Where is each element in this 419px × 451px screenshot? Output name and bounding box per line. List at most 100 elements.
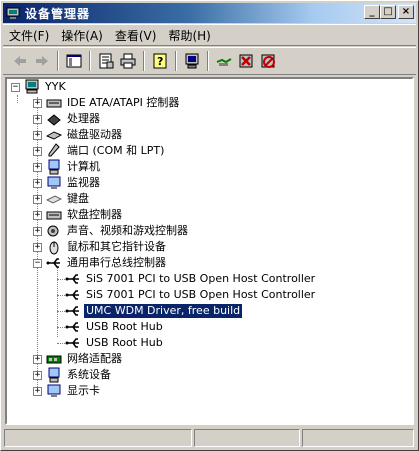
expand-toggle[interactable]: + [33, 114, 42, 124]
usb-device-icon [65, 303, 81, 319]
expand-toggle[interactable]: + [33, 386, 42, 396]
title-bar[interactable]: 设备管理器 _ □ × [3, 3, 416, 23]
status-pane [194, 429, 300, 447]
expand-toggle[interactable]: + [33, 210, 42, 220]
tree-node-usb-child[interactable]: SiS 7001 PCI to USB Open Host Controller [65, 287, 317, 303]
tree-node-usb[interactable]: − 通用串行总线控制器 [33, 255, 168, 271]
collapse-toggle[interactable]: − [33, 258, 42, 268]
tree-node-processor[interactable]: + 处理器 [33, 111, 102, 127]
maximize-button[interactable]: □ [380, 5, 396, 19]
tree-node-mouse[interactable]: + 鼠标和其它指针设备 [33, 239, 168, 255]
expand-toggle[interactable]: + [33, 130, 42, 140]
menu-action[interactable]: 操作(A) [55, 27, 109, 44]
tree-connector [57, 343, 65, 344]
scan-hardware-button[interactable] [181, 50, 203, 72]
device-tree[interactable]: − YYK + IDE ATA/ATAPI 控制器 + 处理器 + 磁盘驱动器 … [5, 77, 414, 425]
floppy-controller-icon [46, 207, 62, 223]
keyboard-icon [46, 191, 62, 207]
toolbar-separator [207, 51, 209, 71]
toolbar-separator [143, 51, 145, 71]
tree-label: 声音、视频和游戏控制器 [67, 224, 188, 237]
tree-label: 磁盘驱动器 [67, 128, 122, 141]
uninstall-button[interactable] [235, 50, 257, 72]
tree-node-root[interactable]: − YYK [11, 79, 68, 95]
tree-label: 处理器 [67, 112, 100, 125]
disable-button[interactable] [257, 50, 279, 72]
usb-device-icon [65, 335, 81, 351]
expand-toggle[interactable]: + [33, 146, 42, 156]
disable-icon [261, 54, 275, 68]
device-manager-window: 设备管理器 _ □ × 文件(F) 操作(A) 查看(V) 帮助(H) ? − … [0, 0, 419, 451]
collapse-toggle[interactable]: − [11, 82, 20, 92]
tree-node-usb-child-selected[interactable]: UMC WDM Driver, free build [65, 303, 244, 319]
tree-node-system[interactable]: + 系统设备 [33, 367, 113, 383]
expand-toggle[interactable]: + [33, 162, 42, 172]
tree-connector [57, 279, 65, 280]
tree-node-ide[interactable]: + IDE ATA/ATAPI 控制器 [33, 95, 181, 111]
uninstall-icon [239, 54, 253, 68]
help-icon: ? [153, 53, 167, 69]
tree-connector [57, 295, 65, 296]
expand-toggle[interactable]: + [33, 194, 42, 204]
toolbar-separator [89, 51, 91, 71]
menu-file[interactable]: 文件(F) [3, 27, 55, 44]
sound-icon [46, 223, 62, 239]
tree-node-sound[interactable]: + 声音、视频和游戏控制器 [33, 223, 190, 239]
close-button[interactable]: × [398, 5, 414, 19]
tree-label: 网络适配器 [67, 352, 122, 365]
expand-toggle[interactable]: + [33, 354, 42, 364]
printer-icon [120, 53, 136, 69]
tree-node-network[interactable]: + 网络适配器 [33, 351, 124, 367]
minimize-button[interactable]: _ [364, 5, 380, 19]
tree-node-usb-child[interactable]: USB Root Hub [65, 319, 165, 335]
expand-toggle[interactable]: + [33, 242, 42, 252]
tree-node-floppy[interactable]: + 软盘控制器 [33, 207, 124, 223]
tree-label: 计算机 [67, 160, 100, 173]
help-button[interactable]: ? [149, 50, 171, 72]
update-driver-button[interactable] [213, 50, 235, 72]
tree-node-computer[interactable]: + 计算机 [33, 159, 102, 175]
menu-view[interactable]: 查看(V) [109, 27, 163, 44]
tree-connector [57, 311, 65, 312]
tree-node-disk[interactable]: + 磁盘驱动器 [33, 127, 124, 143]
status-pane [302, 429, 414, 447]
svg-text:?: ? [157, 55, 163, 68]
forward-button[interactable] [31, 50, 53, 72]
tree-label: 显示卡 [67, 384, 100, 397]
menu-help[interactable]: 帮助(H) [162, 27, 216, 44]
system-device-icon [46, 367, 62, 383]
port-icon [46, 143, 62, 159]
mouse-icon [46, 239, 62, 255]
tree-node-ports[interactable]: + 端口 (COM 和 LPT) [33, 143, 166, 159]
menu-bar: 文件(F) 操作(A) 查看(V) 帮助(H) [3, 24, 416, 46]
expand-toggle[interactable]: + [33, 226, 42, 236]
print-button[interactable] [117, 50, 139, 72]
tree-label: YYK [45, 80, 66, 93]
disk-drive-icon [46, 127, 62, 143]
tree-label: 监视器 [67, 176, 100, 189]
expand-toggle[interactable]: + [33, 98, 42, 108]
usb-icon [46, 255, 62, 271]
tree-node-usb-child[interactable]: USB Root Hub [65, 335, 165, 351]
processor-icon [46, 111, 62, 127]
expand-toggle[interactable]: + [33, 178, 42, 188]
device-manager-icon [5, 5, 21, 21]
tree-node-keyboard[interactable]: + 键盘 [33, 191, 91, 207]
back-button[interactable] [9, 50, 31, 72]
toolbar-separator [57, 51, 59, 71]
show-hide-tree-button[interactable] [63, 50, 85, 72]
properties-button[interactable] [95, 50, 117, 72]
properties-icon [99, 53, 114, 69]
tree-label: 通用串行总线控制器 [67, 256, 166, 269]
tree-node-usb-child[interactable]: SiS 7001 PCI to USB Open Host Controller [65, 271, 317, 287]
tree-label: SiS 7001 PCI to USB Open Host Controller [86, 288, 316, 301]
usb-device-icon [65, 287, 81, 303]
usb-device-icon [65, 271, 81, 287]
expand-toggle[interactable]: + [33, 370, 42, 380]
tree-node-monitor[interactable]: + 监视器 [33, 175, 102, 191]
tree-node-display[interactable]: + 显示卡 [33, 383, 102, 399]
status-pane [4, 429, 192, 447]
tree-label: 鼠标和其它指针设备 [67, 240, 166, 253]
display-adapter-icon [46, 383, 62, 399]
console-tree-icon [66, 54, 82, 68]
